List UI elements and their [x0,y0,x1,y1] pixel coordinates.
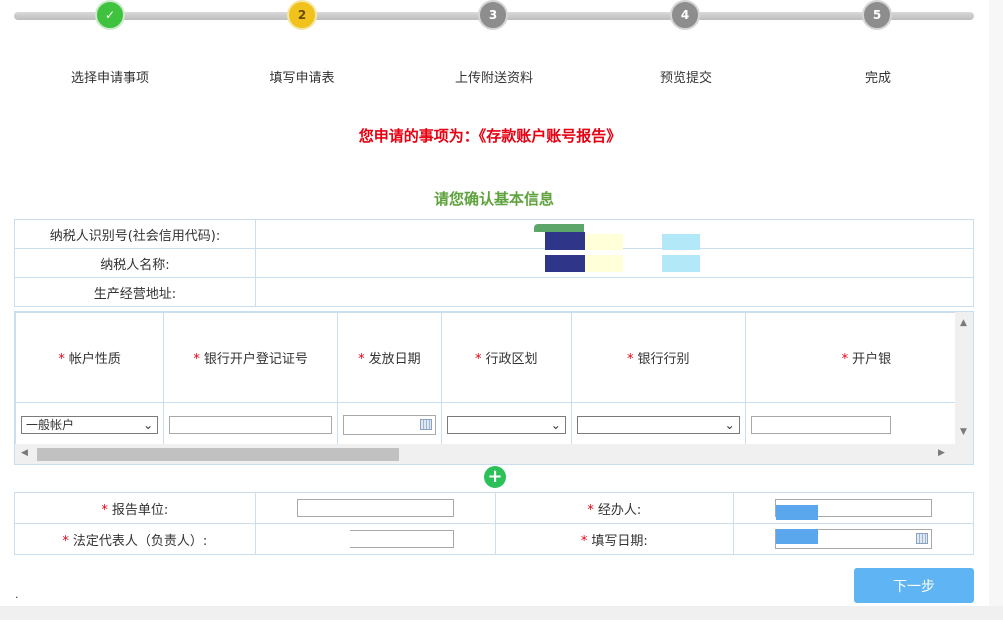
cell-issue-date [337,402,442,444]
redaction-mask [545,232,585,250]
step-3-label: 上传附送资料 [454,71,533,86]
handler-label-cell: * 经办人: [494,492,735,524]
taxpayer-name-label: 纳税人名称: [14,248,256,278]
cell-account-type: 一般帐户 ⌄ [15,402,165,444]
account-grid: * 帐户性质 * 银行开户登记证号 * 发放日期 * 行政区划 * 银行行别 * 开户银 一… [14,311,974,465]
col-header-opening-bank: * 开户银 [744,312,955,403]
next-step-button[interactable]: 下一步 [854,568,974,603]
section-title: 请您确认基本信息 [433,190,554,208]
redaction-mask [776,505,818,520]
handler-cell [733,492,974,524]
legal-rep-label-cell: * 法定代表人（负责人）: [14,523,256,555]
redaction-mask [534,224,584,232]
step-5-label: 完成 [864,71,891,86]
page-vertical-scrollbar[interactable] [989,0,1003,606]
step-1-label: 选择申请事项 [70,71,149,86]
application-title: 您申请的事项为：《存款账户账号报告》 [358,127,622,145]
grid-horizontal-scrollbar[interactable]: ◀ ▶ [15,444,973,464]
col-header-account-type: * 帐户性质 [15,312,165,403]
basic-info-table: 纳税人识别号(社会信用代码): 纳税人名称: 生产经营地址: [14,219,974,307]
col-header-bank-type: * 银行行别 [570,312,746,403]
horizontal-scroll-thumb[interactable] [37,448,399,461]
cell-region: ⌄ [440,402,572,444]
step-5-number: 5 [862,0,892,30]
calendar-icon[interactable] [419,418,432,430]
account-grid-viewport: * 帐户性质 * 银行开户登记证号 * 发放日期 * 行政区划 * 银行行别 * 开户银 一… [15,312,955,444]
report-unit-label-cell: * 报告单位: [14,492,256,524]
redaction-mask [585,234,623,250]
redaction-mask [776,529,818,544]
address-label: 生产经营地址: [14,277,256,307]
cell-bank-type: ⌄ [570,402,746,444]
bank-license-input[interactable] [169,415,333,434]
cell-bank-license [163,402,339,444]
step-3-number: 3 [478,0,508,30]
chevron-down-icon: ⌄ [143,417,154,432]
redaction-mask [545,255,585,272]
report-unit-cell [254,492,496,524]
account-type-select[interactable]: 一般帐户 ⌄ [21,415,159,434]
bank-type-select[interactable]: ⌄ [576,415,740,434]
col-header-issue-date: * 发放日期 [337,312,442,403]
redaction-mask [662,255,700,272]
issue-date-input[interactable] [343,414,436,435]
col-header-bank-license: * 银行开户登记证号 [163,312,339,403]
add-row-plus-icon[interactable]: + [484,466,506,488]
scroll-right-arrow-icon[interactable]: ▶ [938,448,945,458]
footer-dot: . [15,588,19,601]
fill-date-label-cell: * 填写日期: [494,523,735,555]
step-2-number: 2 [287,0,317,30]
grid-vertical-scrollbar[interactable]: ▲ ▼ [955,312,973,444]
report-info-table: * 报告单位: * 经办人: * 法定代表人（负责人）: * 填写日期: [14,492,974,555]
opening-bank-input[interactable] [750,415,891,434]
page-bottom-bar [0,606,1003,620]
taxpayer-id-label: 纳税人识别号(社会信用代码): [14,219,256,249]
account-table: * 帐户性质 * 银行开户登记证号 * 发放日期 * 行政区划 * 银行行别 * 开户银 一… [15,312,955,444]
redaction-mask [585,255,623,272]
col-header-region: * 行政区划 [440,312,572,403]
chevron-down-icon: ⌄ [724,417,735,432]
fill-date-cell [733,523,974,555]
report-unit-input[interactable] [296,499,454,517]
chevron-down-icon: ⌄ [550,417,561,432]
region-select[interactable]: ⌄ [446,415,566,434]
step-4-number: 4 [670,0,700,30]
step-4-label: 预览提交 [659,71,712,86]
cell-opening-bank [744,402,955,444]
scroll-left-arrow-icon[interactable]: ◀ [21,448,28,458]
step-2-label: 填写申请表 [269,71,335,86]
redaction-mask [290,530,350,554]
scroll-up-arrow-icon[interactable]: ▲ [960,318,967,328]
scroll-down-arrow-icon[interactable]: ▼ [960,427,967,437]
calendar-icon[interactable] [916,533,929,544]
step-1-check-icon: ✓ [95,0,125,30]
address-value [255,277,974,307]
redaction-mask [662,234,700,250]
